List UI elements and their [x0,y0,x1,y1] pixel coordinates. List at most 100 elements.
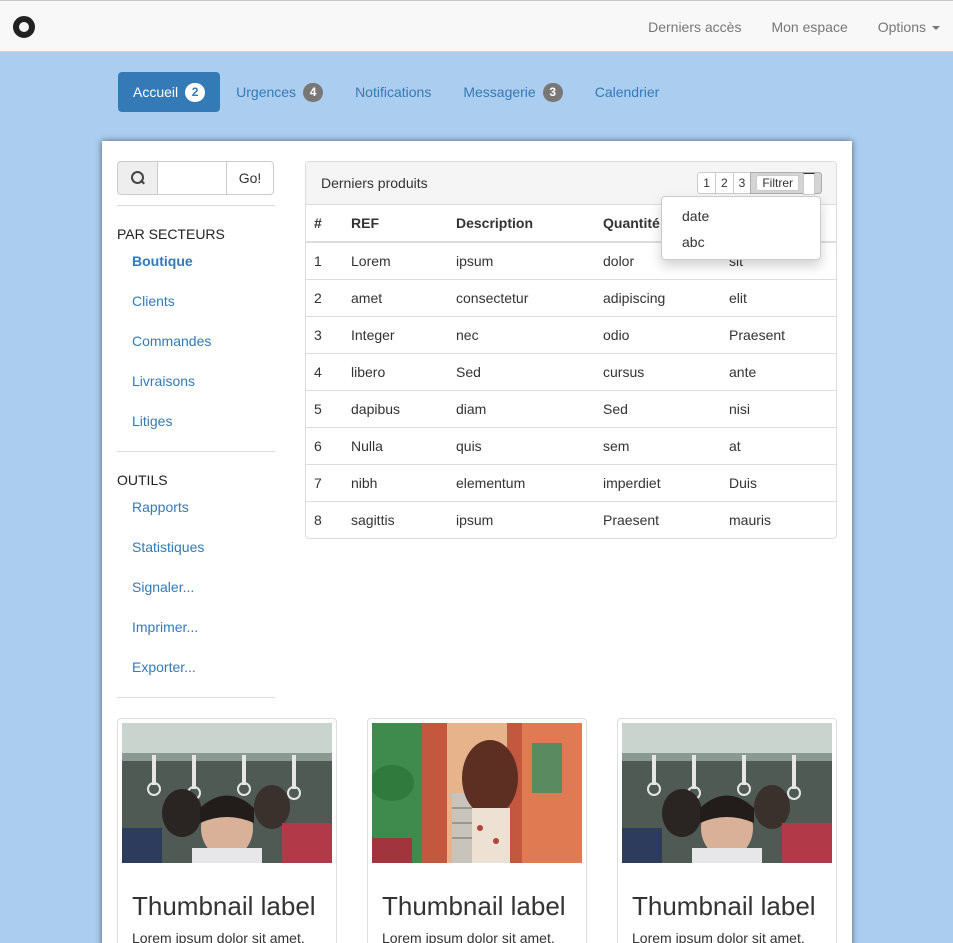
divider [117,697,275,698]
thumbnail-text: Lorem ipsum dolor sit amet. [382,930,555,943]
tab-label: Notifications [355,84,432,100]
table-cell: 8 [306,500,343,538]
table-cell: ante [721,352,836,390]
column-header: Description [448,205,595,243]
sidebar-item-statistiques[interactable]: Statistiques [132,539,204,555]
table-cell: mauris [721,500,836,538]
filter-dropdown-button[interactable]: Filtrer [750,172,822,195]
thumbnail-card[interactable]: Thumbnail label Lorem ipsum dolor sit am… [367,718,587,943]
navbar-links: Derniers accès Mon espace Options [618,1,940,53]
sidebar-item-commandes[interactable]: Commandes [132,333,211,349]
table-cell: elementum [448,463,595,501]
table-cell: Lorem [351,252,391,269]
table-cell: 1 [314,252,322,269]
table-cell: 7 [306,463,343,501]
nav-my-space[interactable]: Mon espace [771,19,847,35]
search-icon [130,171,145,185]
table-row: 4 libero Sed cursus ante [306,352,836,390]
sidebar-item-litiges[interactable]: Litiges [132,413,172,429]
panel-title: Derniers produits [321,175,428,191]
search-group: Go! [117,161,274,195]
table-cell: diam [448,389,595,427]
table-cell: Duis [721,463,836,501]
sidebar-item-exporter[interactable]: Exporter... [132,659,196,675]
sidebar-item-signaler[interactable]: Signaler... [132,579,194,595]
count-badge: 2 [185,82,206,102]
logo-icon[interactable] [13,16,35,38]
table-cell: cursus [595,352,721,390]
main-content: Go! PAR SECTEURS Boutique Clients Comman… [102,141,852,943]
search-input[interactable] [157,161,226,195]
sidebar-item-boutique[interactable]: Boutique [132,253,193,269]
search-addon [117,161,157,195]
subway-crowd-photo [122,723,332,863]
thumbnail-title: Thumbnail label [632,891,816,921]
count-badge: 4 [303,82,324,102]
table-cell: adipiscing [595,278,721,316]
table-cell: libero [343,352,448,390]
table-cell: ipsum [448,500,595,538]
table-cell: 4 [306,352,343,390]
filter-label: Filtrer [756,175,799,192]
tab-accueil[interactable]: Accueil 2 [118,72,221,112]
divider [117,451,275,452]
nav-recent-access[interactable]: Derniers accès [648,19,741,35]
tab-calendrier[interactable]: Calendrier [579,72,676,112]
column-header: # [306,205,343,243]
table-cell: dapibus [343,389,448,427]
table-cell: nisi [721,389,836,427]
table-cell: nibh [343,463,448,501]
tab-label: Urgences [236,84,297,100]
table-cell: at [721,426,836,464]
table-cell: amet [343,278,448,316]
filter-option-date[interactable]: date [662,203,820,229]
thumbnail-card[interactable]: Thumbnail label Lorem ipsum dolor sit am… [617,718,837,943]
sidebar-item-clients[interactable]: Clients [132,293,175,309]
table-cell: 3 [306,315,343,353]
page-1-button[interactable]: 1 [697,172,716,194]
curly-hair-woman-street-photo [372,723,582,863]
table-cell: elit [721,278,836,316]
table-cell: consectetur [448,278,595,316]
table-cell: quis [448,426,595,464]
tab-urgences[interactable]: Urgences 4 [220,72,339,112]
divider [117,205,275,206]
table-row: 2 amet consectetur adipiscing elit [306,278,836,316]
top-navbar: Derniers accès Mon espace Options [0,0,953,52]
table-row: 7 nibh elementum imperdiet Duis [306,463,836,501]
main-tabs: Accueil 2 Urgences 4 Notifications Messa… [118,72,675,112]
sidebar-item-imprimer[interactable]: Imprimer... [132,619,198,635]
thumbnail-text: Lorem ipsum dolor sit amet. [632,930,805,943]
table-cell: sagittis [343,500,448,538]
table-cell: nec [448,315,595,353]
page-3-button[interactable]: 3 [732,172,752,194]
go-button[interactable]: Go! [226,161,274,195]
table-cell: Sed [448,352,595,390]
table-cell: Sed [595,389,721,427]
page-2-button[interactable]: 2 [714,172,734,194]
filter-dropdown-menu: date abc [661,196,821,260]
nav-options-label: Options [877,19,926,35]
sidebar-item-rapports[interactable]: Rapports [132,499,189,515]
tab-notifications[interactable]: Notifications [339,72,447,112]
section-title-secteurs: PAR SECTEURS [117,226,225,242]
table-cell: Praesent [721,315,836,353]
subway-crowd-photo [622,723,832,863]
pagination: 1 2 3 Filtrer [697,172,822,195]
filter-option-abc[interactable]: abc [662,229,820,255]
nav-options-dropdown[interactable]: Options [878,19,940,35]
table-row: 5 dapibus diam Sed nisi [306,389,836,427]
table-row: 3 Integer nec odio Praesent [306,315,836,353]
column-header: REF [343,205,448,243]
table-cell: Nulla [343,426,448,464]
count-badge: 3 [542,82,563,102]
caret-down-icon [803,173,815,195]
table-cell: ipsum [456,252,494,269]
table-cell: sem [595,426,721,464]
thumbnail-title: Thumbnail label [382,891,566,921]
table-cell: Praesent [595,500,721,538]
sidebar-item-livraisons[interactable]: Livraisons [132,373,195,389]
thumbnail-card[interactable]: Thumbnail label Lorem ipsum dolor sit am… [117,718,337,943]
tab-messagerie[interactable]: Messagerie 3 [447,72,578,112]
tab-label: Messagerie [463,84,536,100]
